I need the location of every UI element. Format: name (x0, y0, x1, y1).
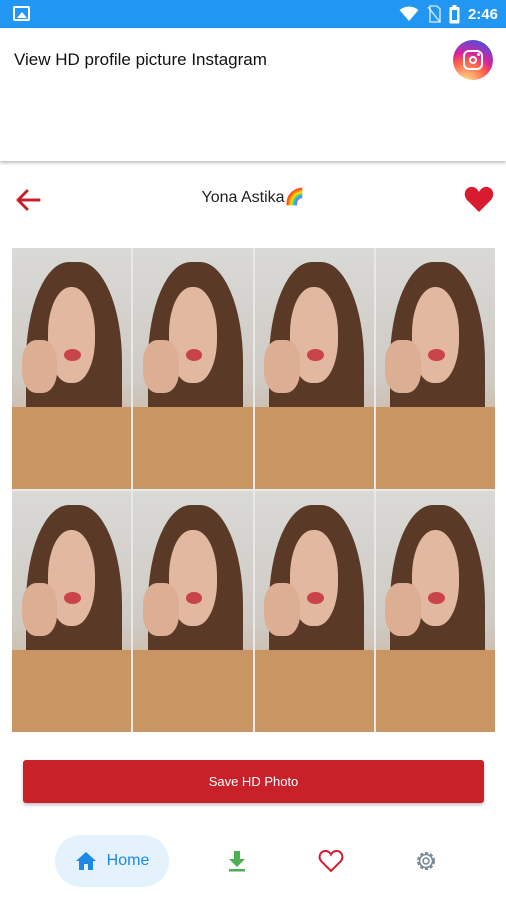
wifi-icon (399, 6, 419, 21)
photo-tile (375, 248, 495, 489)
status-bar: 2:46 (0, 0, 506, 28)
photo-tile (12, 491, 132, 732)
save-hd-photo-button[interactable]: Save HD Photo (23, 760, 484, 803)
no-sim-icon (427, 5, 441, 23)
instagram-logo-icon[interactable] (453, 40, 493, 80)
status-icons: 2:46 (399, 4, 498, 24)
status-time: 2:46 (467, 5, 498, 23)
photo-tile (254, 248, 374, 489)
profile-name: Yona Astika🌈 (201, 189, 305, 206)
app-bar: View HD profile picture Instagram (0, 28, 506, 161)
bottom-navigation: Home (0, 830, 506, 890)
nav-home[interactable]: Home (55, 835, 169, 887)
gallery-notification-icon (13, 6, 30, 21)
download-icon[interactable] (224, 848, 250, 874)
photo-tile (133, 248, 253, 489)
photo-tile (375, 491, 495, 732)
home-icon (75, 852, 96, 870)
profile-photo[interactable] (12, 248, 495, 732)
heart-outline-icon[interactable] (318, 848, 344, 874)
photo-tile (133, 491, 253, 732)
favorite-heart-icon[interactable] (464, 185, 494, 213)
app-title: View HD profile picture Instagram (14, 50, 267, 69)
settings-icon[interactable] (413, 848, 439, 874)
battery-icon (449, 4, 460, 23)
photo-tile (254, 491, 374, 732)
nav-home-label: Home (106, 852, 150, 869)
photo-tile (12, 248, 132, 489)
